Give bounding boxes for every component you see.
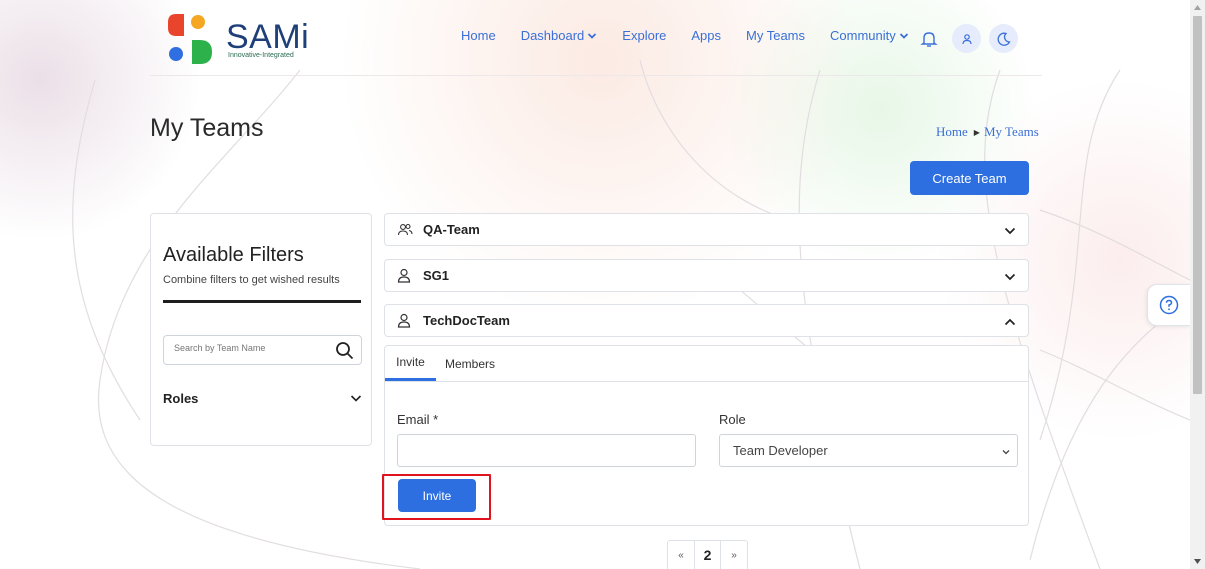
team-accordion-sg1[interactable]: SG1: [384, 259, 1029, 292]
role-selected-value: Team Developer: [733, 443, 828, 458]
nav-dashboard-label: Dashboard: [520, 28, 585, 43]
pagination: « 2 »: [667, 540, 748, 569]
email-field[interactable]: [397, 434, 696, 467]
team-name: QA-Team: [423, 222, 480, 237]
pagination-next[interactable]: »: [721, 541, 747, 569]
role-label: Role: [719, 412, 746, 427]
main-nav: Home Dashboard Explore Apps My Teams Com…: [461, 28, 934, 43]
user-icon: [961, 33, 972, 44]
question-circle-icon: [1159, 295, 1179, 315]
filters-title: Available Filters: [163, 244, 304, 266]
nav-home[interactable]: Home: [461, 28, 496, 43]
team-tabs: Invite Members: [385, 346, 1028, 382]
chevron-down-icon: [899, 32, 908, 39]
filters-subtitle: Combine filters to get wished results: [163, 274, 340, 286]
profile-button[interactable]: [952, 24, 981, 53]
team-accordion-techdocteam[interactable]: TechDocTeam: [384, 304, 1029, 337]
theme-toggle-button[interactable]: [989, 24, 1018, 53]
role-select[interactable]: Team Developer: [719, 434, 1018, 467]
nav-community-label: Community: [830, 28, 896, 43]
breadcrumb-home[interactable]: Home: [936, 124, 968, 140]
chevron-down-icon: [1004, 227, 1016, 235]
scroll-up-arrow-icon[interactable]: [1190, 0, 1205, 15]
chevron-down-icon: [1002, 450, 1010, 455]
moon-icon: [997, 32, 1011, 46]
tab-members[interactable]: Members: [441, 346, 499, 381]
nav-my-teams-label: My Teams: [746, 28, 806, 43]
team-search-box: [163, 335, 362, 365]
invite-button[interactable]: Invite: [398, 479, 476, 512]
nav-community[interactable]: Community: [830, 28, 909, 43]
breadcrumb-separator-icon: ▶: [973, 127, 980, 137]
roles-label: Roles: [163, 390, 199, 406]
logo-mark-icon: [168, 14, 212, 64]
scrollbar-thumb[interactable]: [1193, 16, 1202, 394]
breadcrumb: Home ▶ My Teams: [936, 124, 1039, 140]
team-name: TechDocTeam: [423, 313, 510, 328]
user-icon: [397, 313, 413, 329]
users-icon: [397, 222, 413, 238]
header-actions: [920, 24, 1026, 53]
filters-panel: Available Filters Combine filters to get…: [150, 213, 372, 446]
roles-filter-toggle[interactable]: Roles: [163, 388, 362, 408]
page-title: My Teams: [150, 114, 264, 142]
logo-tagline: Innovative-Integrated: [228, 52, 294, 59]
nav-home-label: Home: [461, 28, 496, 43]
team-accordion-qa-team[interactable]: QA-Team: [384, 213, 1029, 246]
team-search-input[interactable]: [174, 343, 324, 353]
logo[interactable]: SAMi Innovative-Integrated: [168, 12, 309, 66]
email-label: Email *: [397, 412, 439, 427]
nav-explore[interactable]: Explore: [622, 28, 666, 43]
nav-my-teams[interactable]: My Teams: [746, 28, 805, 43]
nav-apps-label: Apps: [691, 28, 722, 43]
bell-icon[interactable]: [920, 30, 938, 48]
search-icon[interactable]: [335, 341, 354, 360]
chevron-down-icon: [588, 32, 597, 39]
nav-apps[interactable]: Apps: [691, 28, 721, 43]
create-team-button[interactable]: Create Team: [910, 161, 1029, 195]
user-icon: [397, 268, 413, 284]
site-header: SAMi Innovative-Integrated Home Dashboar…: [150, 0, 1042, 76]
scroll-down-arrow-icon[interactable]: [1190, 554, 1205, 569]
vertical-scrollbar[interactable]: [1190, 0, 1205, 569]
chevron-down-icon: [350, 395, 362, 402]
chevron-up-icon: [1004, 318, 1016, 326]
nav-dashboard[interactable]: Dashboard: [521, 28, 598, 43]
pagination-prev[interactable]: «: [668, 541, 694, 569]
filters-divider: [163, 300, 361, 303]
pagination-page-current[interactable]: 2: [694, 541, 721, 569]
team-name: SG1: [423, 268, 450, 283]
help-button[interactable]: [1147, 284, 1190, 326]
nav-explore-label: Explore: [622, 28, 667, 43]
breadcrumb-current[interactable]: My Teams: [984, 124, 1039, 140]
tab-invite[interactable]: Invite: [385, 346, 436, 381]
chevron-down-icon: [1004, 273, 1016, 281]
